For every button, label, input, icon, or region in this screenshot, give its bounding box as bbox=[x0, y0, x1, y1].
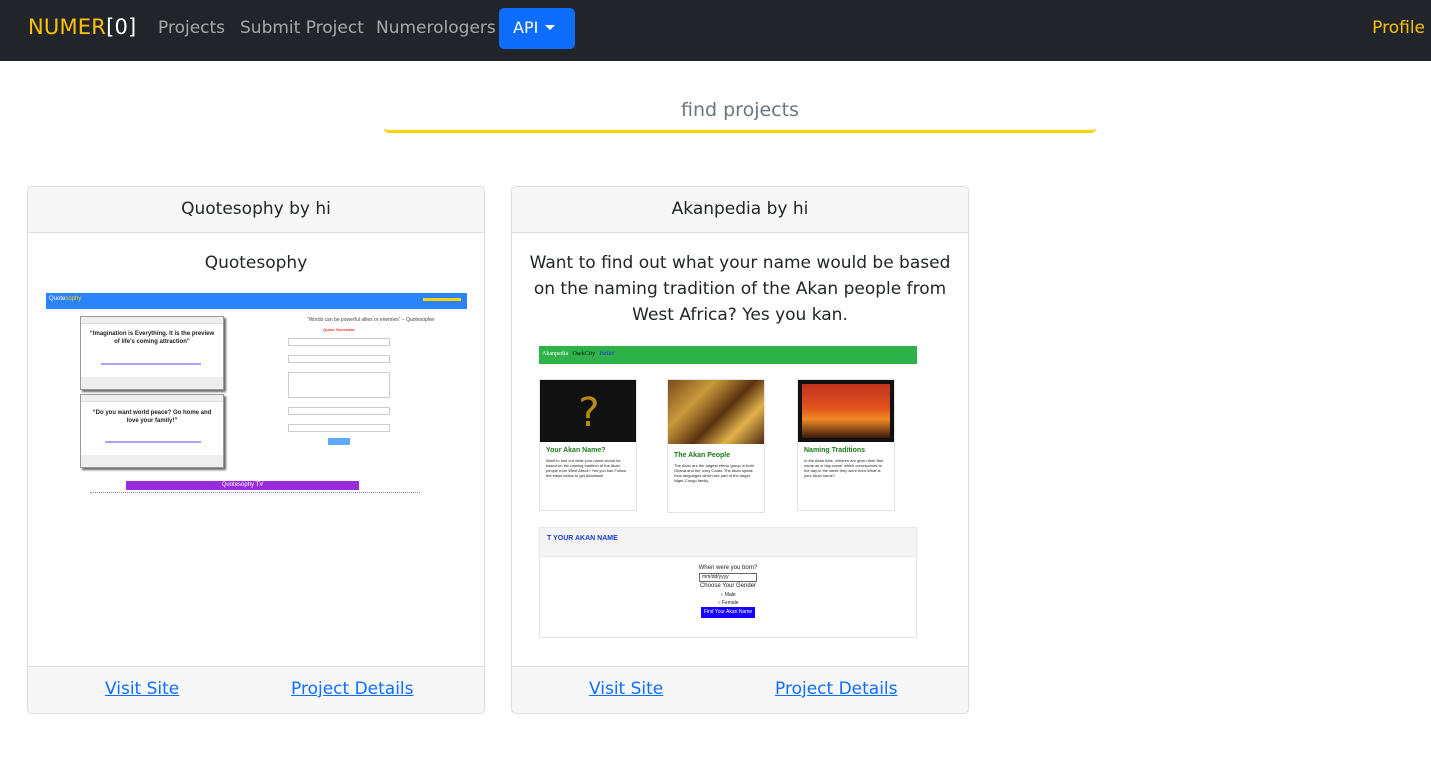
top-navbar: NUMER[0] Projects Submit Project Numerol… bbox=[0, 0, 1431, 61]
nav-link-submit-project[interactable]: Submit Project bbox=[240, 18, 364, 38]
preview-nav-item: OsekCity bbox=[572, 351, 596, 357]
preview-navbar: Quotesophy bbox=[46, 293, 467, 309]
preview-nav-item: Hello! bbox=[599, 351, 615, 357]
visit-site-link[interactable]: Visit Site bbox=[589, 679, 663, 699]
question-mark-image: ? bbox=[540, 380, 636, 442]
preview-form-title: Quote Generator bbox=[323, 327, 355, 332]
preview-card-title: Your Akan Name? bbox=[546, 447, 606, 454]
nav-link-profile[interactable]: Profile bbox=[1372, 18, 1425, 38]
card-header: Quotesophy by hi bbox=[28, 187, 484, 233]
preview-card-text: Want to find out what your name would be… bbox=[546, 458, 626, 478]
preview-side-quote: “Words can be powerful allies or enemies… bbox=[307, 317, 435, 323]
preview-card-title: Naming Traditions bbox=[804, 447, 866, 454]
akan-people-image bbox=[668, 380, 764, 444]
naming-traditions-image bbox=[798, 380, 894, 442]
visit-site-link[interactable]: Visit Site bbox=[105, 679, 179, 699]
project-details-link[interactable]: Project Details bbox=[291, 679, 414, 699]
card-header: Akanpedia by hi bbox=[512, 187, 968, 233]
preview-quote-card: “Do you want world peace? Go home and lo… bbox=[80, 394, 224, 468]
svg-text:?: ? bbox=[578, 390, 599, 436]
preview-male-option: Male bbox=[724, 592, 736, 598]
search-input[interactable] bbox=[384, 90, 1096, 133]
project-description: Want to find out what your name would be… bbox=[529, 253, 951, 325]
preview-quote-text: “Do you want world peace? Go home and lo… bbox=[92, 410, 212, 424]
preview-card-title: The Akan People bbox=[674, 452, 731, 459]
api-dropdown-button[interactable]: API bbox=[499, 8, 575, 49]
preview-card-text: The Akan are the largest ethnic group in… bbox=[674, 463, 754, 483]
preview-female-option: Female bbox=[721, 600, 739, 606]
brand-suffix-text: [0] bbox=[106, 15, 137, 39]
project-card-quotesophy: Quotesophy by hi Quotesophy Quotesophy “… bbox=[27, 186, 485, 714]
api-label: API bbox=[513, 18, 539, 37]
preview-date-input: mm/dd/yyyy bbox=[699, 573, 757, 582]
nav-link-projects[interactable]: Projects bbox=[158, 18, 225, 38]
project-card-akanpedia: Akanpedia by hi Want to find out what yo… bbox=[511, 186, 969, 714]
preview-submit-button: Find Your Akan Name bbox=[700, 607, 756, 618]
preview-card-text: In the Akan tribe, children are given th… bbox=[804, 458, 884, 478]
nav-link-numerologers[interactable]: Numerologers bbox=[376, 18, 496, 38]
brand-main-text: NUMER bbox=[28, 15, 107, 39]
preview-info-card: ? Your Akan Name? Want to find out what … bbox=[539, 379, 637, 511]
project-details-link[interactable]: Project Details bbox=[775, 679, 898, 699]
preview-info-card: Naming Traditions In the Akan tribe, chi… bbox=[797, 379, 895, 511]
preview-form-header: T YOUR AKAN NAME bbox=[540, 528, 916, 557]
preview-form: Quote Generator bbox=[288, 327, 390, 457]
card-footer: Visit Site Project Details bbox=[512, 666, 968, 713]
preview-gender-label: Choose Your Gender bbox=[699, 583, 757, 589]
preview-info-card: The Akan People The Akan are the largest… bbox=[667, 379, 765, 513]
preview-brand-b: sophy bbox=[65, 296, 82, 302]
preview-brand-a: Quote bbox=[49, 296, 66, 302]
card-footer: Visit Site Project Details bbox=[28, 666, 484, 713]
project-description: Quotesophy bbox=[204, 253, 308, 273]
preview-born-label: When were you born? bbox=[698, 565, 758, 571]
preview-quote-card: “Imagination is Everything. It is the pr… bbox=[80, 316, 224, 390]
preview-nav-brand: Akanpedia bbox=[542, 351, 568, 357]
preview-form-section: T YOUR AKAN NAME When were you born? mm/… bbox=[539, 527, 917, 638]
preview-tv-bar: Quotesophy TV bbox=[126, 481, 359, 490]
preview-navbar: Akanpedia OsekCity Hello! bbox=[539, 346, 917, 364]
chevron-down-icon bbox=[545, 25, 556, 30]
preview-quote-text: “Imagination is Everything. It is the pr… bbox=[89, 331, 215, 345]
project-preview-image[interactable]: Quotesophy “Imagination is Everything. I… bbox=[46, 293, 467, 499]
project-preview-image[interactable]: Akanpedia OsekCity Hello! ? Your Akan Na… bbox=[539, 346, 917, 640]
brand-logo[interactable]: NUMER[0] bbox=[28, 15, 136, 39]
